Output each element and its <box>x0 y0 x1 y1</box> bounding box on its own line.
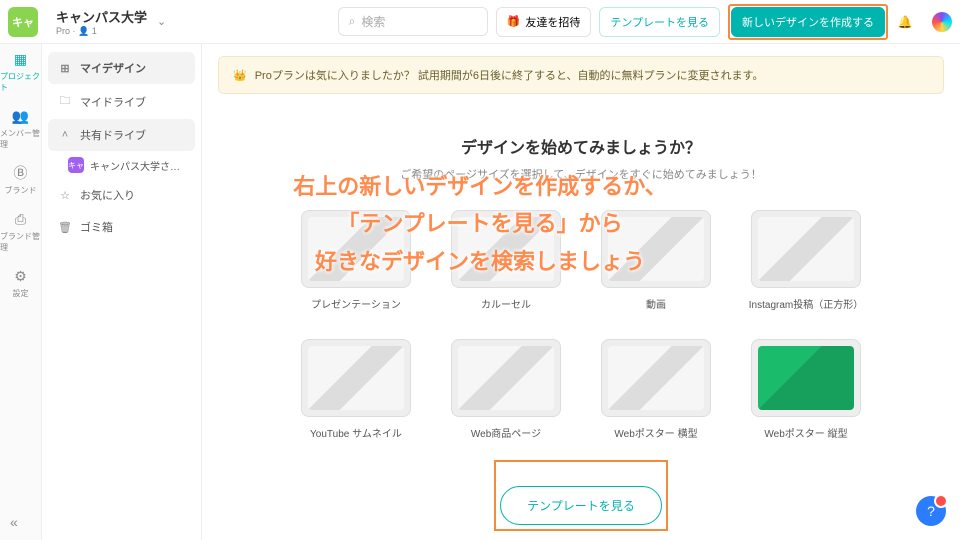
rail-project[interactable]: ▦ プロジェクト <box>0 50 41 93</box>
hero: デザインを始めてみましょうか？ ご希望のページサイズを選択して、デザインをすぐに… <box>218 134 944 531</box>
members-icon: 👥 <box>12 107 30 125</box>
search-input[interactable]: ⌕ 検索 <box>338 7 488 36</box>
rail-brand[interactable]: Ⓑ ブランド <box>5 164 37 196</box>
card-web-product[interactable]: Web商品ページ <box>446 339 566 440</box>
card-web-poster-h[interactable]: Webポスター 横型 <box>596 339 716 440</box>
design-icon: ⊞ <box>58 62 72 75</box>
help-fab[interactable]: ? <box>916 496 946 526</box>
shared-badge: キャ <box>68 157 84 173</box>
hero-subtitle: ご希望のページサイズを選択して、デザインをすぐに始めてみましょう！ <box>218 166 944 182</box>
template-cards-row-2: YouTube サムネイル Web商品ページ Webポスター 横型 Webポスタ… <box>218 339 944 440</box>
workspace-title: キャンパス大学 <box>56 7 147 26</box>
notifications-icon[interactable]: 🔔 <box>896 13 914 31</box>
grid-icon: ▦ <box>12 50 30 68</box>
new-design-button[interactable]: 新しいデザインを作成する <box>731 7 885 37</box>
workspace-switcher[interactable]: キャンパス大学 Pro · 👤 1 ⌄ <box>46 7 166 37</box>
chevron-down-icon: ⌄ <box>157 15 166 28</box>
chevron-up-icon: ˄ <box>58 129 72 141</box>
trash-icon: 🗑 <box>58 221 72 234</box>
invite-button[interactable]: 🎁 友達を招待 <box>496 7 592 37</box>
template-cards-row-1: プレゼンテーション カルーセル 動画 Instagram投稿（正方形） <box>218 210 944 311</box>
rail-settings[interactable]: ⚙ 設定 <box>12 267 30 299</box>
sidebar-favorites[interactable]: ☆お気に入り <box>48 179 195 211</box>
search-placeholder: 検索 <box>361 13 385 30</box>
card-web-poster-v[interactable]: Webポスター 縦型 <box>746 339 866 440</box>
brand-icon: Ⓑ <box>12 164 30 182</box>
nav-rail: ▦ プロジェクト 👥 メンバー管理 Ⓑ ブランド ⎙ ブランド管理 ⚙ 設定 <box>0 44 42 540</box>
search-icon: ⌕ <box>349 14 356 29</box>
sidebar-trash[interactable]: 🗑ゴミ箱 <box>48 211 195 243</box>
crown-icon: 👑 <box>233 69 247 82</box>
gift-icon: 🎁 <box>507 15 521 28</box>
brand-badge: キャ <box>8 7 38 37</box>
view-templates-button[interactable]: テンプレートを見る <box>599 7 720 37</box>
card-presentation[interactable]: プレゼンテーション <box>296 210 416 311</box>
rail-members[interactable]: 👥 メンバー管理 <box>0 107 41 150</box>
pro-trial-banner: 👑 Proプランは気に入りましたか？ 試用期間が6日後に終了すると、自動的に無料… <box>218 56 944 94</box>
sidebar-shared-sub[interactable]: キャ キャンパス大学さまの共… <box>48 151 195 179</box>
brand-manage-icon: ⎙ <box>12 210 30 228</box>
card-video[interactable]: 動画 <box>596 210 716 311</box>
workspace-subtitle: Pro · 👤 1 <box>56 26 147 37</box>
card-carousel[interactable]: カルーセル <box>446 210 566 311</box>
highlight-see-templates: テンプレートを見る <box>494 460 668 531</box>
hero-title: デザインを始めてみましょうか？ <box>218 134 944 158</box>
collapse-sidebar-icon[interactable]: « <box>10 514 18 530</box>
app-logo-icon[interactable] <box>932 12 952 32</box>
highlight-new-design: 新しいデザインを作成する <box>728 4 888 40</box>
rail-brand-manage[interactable]: ⎙ ブランド管理 <box>0 210 41 253</box>
topbar: キャ キャンパス大学 Pro · 👤 1 ⌄ ⌕ 検索 🎁 友達を招待 テンプレ… <box>0 0 960 44</box>
folder-icon: 🗀 <box>58 92 72 111</box>
gear-icon: ⚙ <box>12 267 30 285</box>
sidebar-my-drive[interactable]: 🗀マイドライブ <box>48 84 195 119</box>
sidebar-my-design[interactable]: ⊞マイデザイン <box>48 52 195 84</box>
card-youtube[interactable]: YouTube サムネイル <box>296 339 416 440</box>
see-templates-button[interactable]: テンプレートを見る <box>500 486 662 525</box>
sidebar: ⊞マイデザイン 🗀マイドライブ ˄共有ドライブ キャ キャンパス大学さまの共… … <box>42 44 202 540</box>
sidebar-shared-drive[interactable]: ˄共有ドライブ <box>48 119 195 151</box>
main-content: 👑 Proプランは気に入りましたか？ 試用期間が6日後に終了すると、自動的に無料… <box>202 44 960 540</box>
card-instagram[interactable]: Instagram投稿（正方形） <box>746 210 866 311</box>
star-icon: ☆ <box>58 189 72 202</box>
